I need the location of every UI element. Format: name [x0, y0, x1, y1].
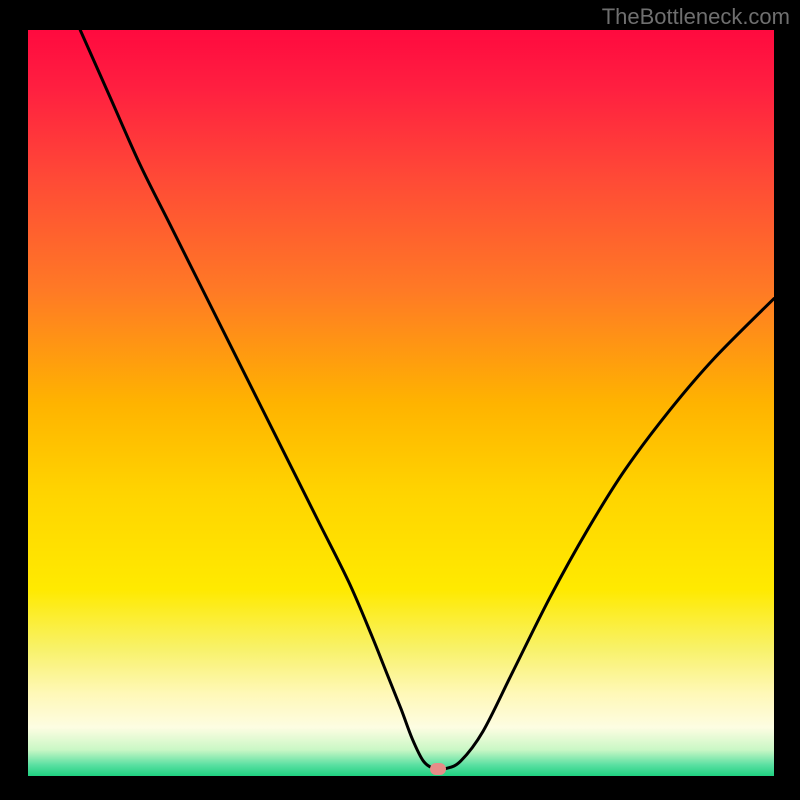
plot-svg: [28, 30, 774, 776]
plot-area: [28, 30, 774, 776]
chart-frame: TheBottleneck.com: [0, 0, 800, 800]
optimal-point-marker: [430, 763, 446, 775]
gradient-background: [28, 30, 774, 776]
attribution-watermark: TheBottleneck.com: [602, 4, 790, 30]
